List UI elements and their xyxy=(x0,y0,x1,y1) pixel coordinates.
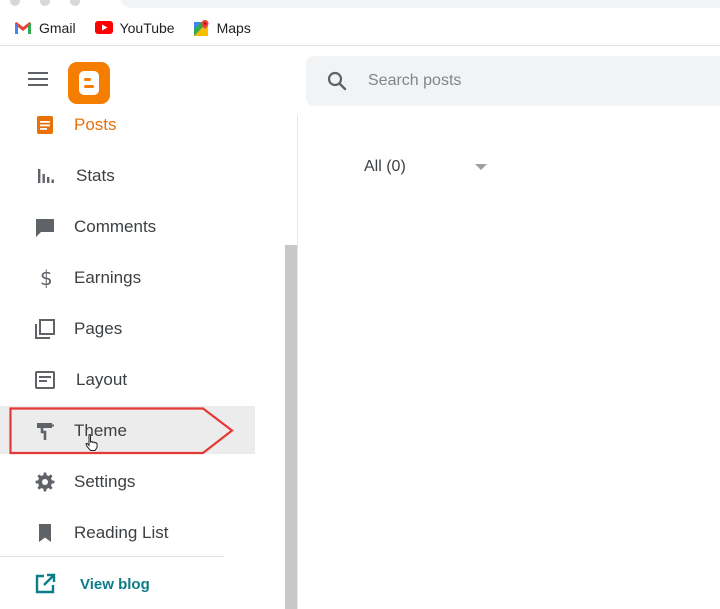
menu-icon[interactable] xyxy=(28,72,48,88)
search-posts-box[interactable]: Search posts xyxy=(306,56,720,106)
chevron-down-icon[interactable] xyxy=(475,164,487,170)
post-filter-dropdown[interactable]: All (0) xyxy=(364,158,406,176)
sidebar-item-label: Reading List xyxy=(74,523,169,542)
gmail-icon xyxy=(15,21,31,34)
stats-icon xyxy=(38,169,54,183)
view-blog-link[interactable]: View blog xyxy=(0,559,255,607)
address-bar[interactable] xyxy=(118,0,720,8)
sidebar-item-earnings[interactable]: $ Earnings xyxy=(0,253,255,301)
bookmark-label: Maps xyxy=(216,19,251,36)
forward-icon[interactable] xyxy=(40,0,50,6)
sidebar-item-label: Settings xyxy=(74,472,136,491)
sidebar-scrollbar[interactable] xyxy=(285,245,297,609)
blogger-logo[interactable] xyxy=(68,62,110,104)
svg-text:$: $ xyxy=(40,267,53,289)
search-input[interactable]: Search posts xyxy=(368,72,461,90)
sidebar-item-pages[interactable]: Pages xyxy=(0,304,255,352)
back-icon[interactable] xyxy=(10,0,20,6)
bookmark-label: YouTube xyxy=(119,19,175,36)
layout-icon xyxy=(35,371,55,389)
pages-icon xyxy=(35,319,55,339)
sidebar-item-label: Earnings xyxy=(74,268,142,287)
comments-icon xyxy=(36,219,54,237)
sidebar-item-comments[interactable]: Comments xyxy=(0,202,255,250)
sidebar-item-label: Stats xyxy=(76,166,115,185)
bookmark-icon xyxy=(39,524,51,542)
view-blog-label: View blog xyxy=(80,576,150,593)
sidebar-item-label: Comments xyxy=(74,217,157,236)
youtube-icon xyxy=(94,21,113,34)
gear-icon xyxy=(35,472,55,492)
sidebar: Posts Stats Comments $ Earnings Pages La… xyxy=(0,115,298,609)
maps-icon xyxy=(193,19,209,36)
bookmark-label: Gmail xyxy=(39,19,76,36)
bookmark-gmail[interactable]: Gmail xyxy=(14,20,76,36)
sidebar-item-label: Layout xyxy=(76,370,128,389)
posts-icon xyxy=(37,116,53,134)
reload-icon[interactable] xyxy=(70,0,80,6)
sidebar-item-layout[interactable]: Layout xyxy=(0,355,255,403)
bookmark-maps[interactable]: Maps xyxy=(193,19,251,36)
sidebar-item-reading-list[interactable]: Reading List xyxy=(0,508,255,556)
sidebar-item-posts[interactable]: Posts xyxy=(0,100,255,148)
sidebar-divider xyxy=(0,556,224,557)
highlight-arrow-annotation xyxy=(9,407,234,455)
dollar-icon: $ xyxy=(40,267,53,289)
sidebar-item-settings[interactable]: Settings xyxy=(0,457,255,505)
bookmark-youtube[interactable]: YouTube xyxy=(94,19,175,36)
sidebar-item-stats[interactable]: Stats xyxy=(0,151,255,199)
bookmarks-bar: Gmail YouTube Maps xyxy=(0,10,720,46)
browser-tab-strip xyxy=(0,0,720,10)
open-in-new-icon xyxy=(35,573,56,594)
hand-cursor-icon xyxy=(85,434,98,451)
sidebar-item-label: Posts xyxy=(74,115,117,134)
search-icon[interactable] xyxy=(326,70,348,92)
sidebar-item-label: Pages xyxy=(74,319,123,338)
